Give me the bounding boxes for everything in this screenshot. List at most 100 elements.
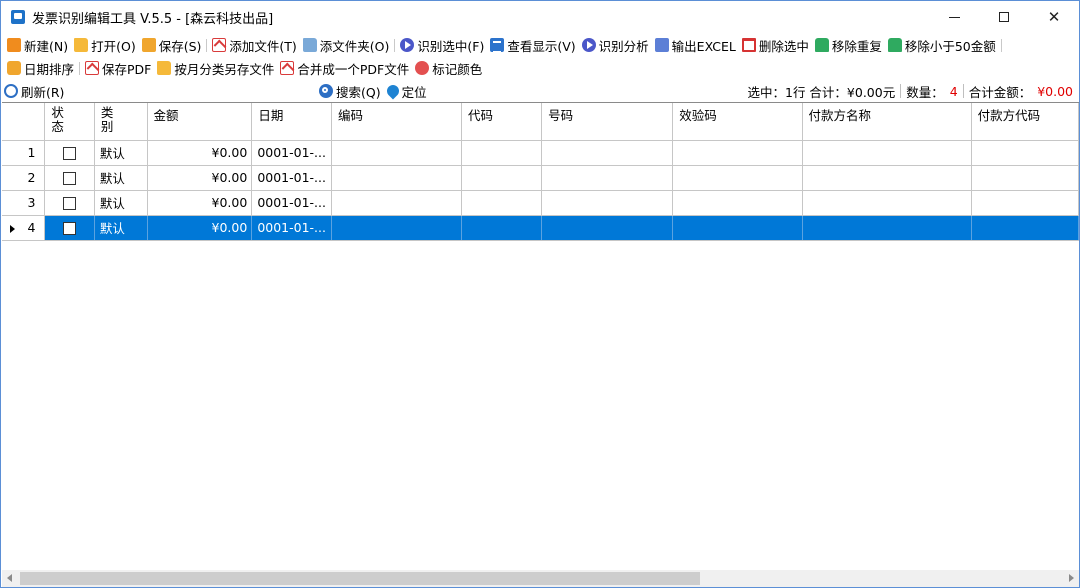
check-code-cell[interactable] bbox=[672, 190, 803, 216]
maximize-button[interactable] bbox=[979, 1, 1029, 33]
recognize-analyze-button[interactable]: 识别分析 bbox=[579, 34, 652, 56]
table-row[interactable]: 2 默认 ¥0.00 0001-01-... bbox=[2, 165, 1079, 191]
amount-cell[interactable]: ¥0.00 bbox=[147, 165, 253, 191]
remove-duplicate-button[interactable]: 移除重复 bbox=[812, 34, 885, 56]
close-button[interactable]: ✕ bbox=[1029, 1, 1079, 33]
date-cell[interactable]: 0001-01-... bbox=[251, 190, 332, 216]
code-cell[interactable] bbox=[461, 190, 543, 216]
type-cell[interactable]: 默认 bbox=[94, 190, 148, 216]
column-header-code-no[interactable]: 编码 bbox=[331, 103, 463, 141]
merge-pdf-button[interactable]: 合并成一个PDF文件 bbox=[277, 57, 412, 79]
column-header-status[interactable]: 状 态 bbox=[44, 103, 95, 141]
mark-color-button[interactable]: 标记颜色 bbox=[412, 57, 485, 79]
amount-cell[interactable]: ¥0.00 bbox=[147, 140, 253, 166]
window-controls: ✕ bbox=[929, 1, 1079, 33]
status-cell[interactable] bbox=[44, 215, 95, 241]
delete-selected-label: 删除选中 bbox=[758, 38, 809, 54]
scroll-right-icon[interactable] bbox=[1069, 574, 1074, 582]
open-button[interactable]: 打开(O) bbox=[71, 34, 139, 56]
column-header-date[interactable]: 日期 bbox=[251, 103, 332, 141]
view-display-button[interactable]: 查看显示(V) bbox=[487, 34, 578, 56]
payer-name-cell[interactable] bbox=[802, 140, 972, 166]
type-cell[interactable]: 默认 bbox=[94, 165, 148, 191]
code-no-cell[interactable] bbox=[331, 140, 463, 166]
column-header-code[interactable]: 代码 bbox=[461, 103, 543, 141]
status-cell[interactable] bbox=[44, 165, 95, 191]
status-checkbox[interactable] bbox=[63, 147, 77, 160]
toolbar-separator bbox=[394, 38, 396, 52]
number-cell[interactable] bbox=[541, 140, 674, 166]
new-button[interactable]: 新建(N) bbox=[4, 34, 71, 56]
save-pdf-button[interactable]: 保存PDF bbox=[82, 57, 154, 79]
code-cell[interactable] bbox=[461, 215, 543, 241]
refresh-button[interactable]: 刷新(R) bbox=[1, 80, 67, 102]
table-row[interactable]: 1 默认 ¥0.00 0001-01-... bbox=[2, 140, 1079, 166]
status-cell[interactable] bbox=[44, 140, 95, 166]
check-code-cell[interactable] bbox=[672, 215, 803, 241]
status-checkbox[interactable] bbox=[63, 172, 77, 185]
row-index[interactable]: 1 bbox=[2, 140, 46, 166]
number-cell[interactable] bbox=[541, 190, 674, 216]
scroll-left-icon[interactable] bbox=[7, 574, 12, 582]
column-header-amount[interactable]: 金额 bbox=[147, 103, 253, 141]
delete-selected-button[interactable]: 删除选中 bbox=[739, 34, 812, 56]
payer-name-cell[interactable] bbox=[802, 215, 972, 241]
status-checkbox[interactable] bbox=[63, 197, 77, 210]
date-cell[interactable]: 0001-01-... bbox=[251, 140, 332, 166]
check-code-cell[interactable] bbox=[672, 165, 803, 191]
date-sort-label: 日期排序 bbox=[24, 61, 75, 77]
export-excel-button[interactable]: 输出EXCEL bbox=[652, 34, 739, 56]
row-index[interactable]: 2 bbox=[2, 165, 46, 191]
row-index[interactable]: 3 bbox=[2, 190, 46, 216]
code-cell[interactable] bbox=[461, 140, 543, 166]
table-row-selected[interactable]: 4 默认 ¥0.00 0001-01-... bbox=[2, 215, 1079, 241]
code-no-cell[interactable] bbox=[331, 190, 463, 216]
search-button[interactable]: 搜索(Q) bbox=[316, 80, 384, 102]
recognize-selected-button[interactable]: 识别选中(F) bbox=[397, 34, 487, 56]
column-header-check-code[interactable]: 效验码 bbox=[672, 103, 803, 141]
column-header-number[interactable]: 号码 bbox=[541, 103, 674, 141]
scrollbar-thumb[interactable] bbox=[20, 572, 700, 585]
code-no-cell[interactable] bbox=[331, 165, 463, 191]
add-file-button[interactable]: 添加文件(T) bbox=[209, 34, 299, 56]
invoice-grid[interactable]: 状 态 类 别 金额 日期 编码 代码 号码 效验码 付款方名称 付款方代码 1… bbox=[2, 102, 1079, 570]
date-sort-button[interactable]: 日期排序 bbox=[4, 57, 77, 79]
add-folder-button[interactable]: 添文件夹(O) bbox=[300, 34, 393, 56]
column-header-payer-name[interactable]: 付款方名称 bbox=[802, 103, 972, 141]
add-file-label: 添加文件(T) bbox=[229, 38, 297, 54]
column-header-type[interactable]: 类 别 bbox=[94, 103, 148, 141]
amount-cell[interactable]: ¥0.00 bbox=[147, 215, 253, 241]
horizontal-scrollbar[interactable] bbox=[2, 570, 1079, 587]
check-code-cell[interactable] bbox=[672, 140, 803, 166]
column-header-payer-code[interactable]: 付款方代码 bbox=[971, 103, 1079, 141]
monthly-save-button[interactable]: 按月分类另存文件 bbox=[154, 57, 277, 79]
status-cell[interactable] bbox=[44, 190, 95, 216]
row-index[interactable]: 4 bbox=[2, 215, 46, 241]
view-list-icon bbox=[490, 38, 505, 53]
payer-name-cell[interactable] bbox=[802, 190, 972, 216]
code-cell[interactable] bbox=[461, 165, 543, 191]
remove-small-amount-button[interactable]: 移除小于50金额 bbox=[885, 34, 999, 56]
status-checkbox[interactable] bbox=[63, 222, 77, 235]
payer-code-cell[interactable] bbox=[971, 140, 1079, 166]
locate-label: 定位 bbox=[401, 84, 427, 100]
type-cell[interactable]: 默认 bbox=[94, 215, 148, 241]
amount-cell[interactable]: ¥0.00 bbox=[147, 190, 253, 216]
payer-name-cell[interactable] bbox=[802, 165, 972, 191]
payer-code-cell[interactable] bbox=[971, 215, 1079, 241]
date-cell[interactable]: 0001-01-... bbox=[251, 165, 332, 191]
date-cell[interactable]: 0001-01-... bbox=[251, 215, 332, 241]
locate-button[interactable]: 定位 bbox=[384, 80, 430, 102]
number-cell[interactable] bbox=[541, 215, 674, 241]
row-header-corner[interactable] bbox=[2, 103, 46, 141]
payer-code-cell[interactable] bbox=[971, 190, 1079, 216]
save-button[interactable]: 保存(S) bbox=[139, 34, 205, 56]
export-excel-label: 输出EXCEL bbox=[671, 38, 736, 54]
payer-code-cell[interactable] bbox=[971, 165, 1079, 191]
minimize-button[interactable] bbox=[929, 1, 979, 33]
type-cell[interactable]: 默认 bbox=[94, 140, 148, 166]
table-row[interactable]: 3 默认 ¥0.00 0001-01-... bbox=[2, 190, 1079, 216]
column-header-type-label: 类 别 bbox=[100, 105, 114, 134]
code-no-cell[interactable] bbox=[331, 215, 463, 241]
number-cell[interactable] bbox=[541, 165, 674, 191]
